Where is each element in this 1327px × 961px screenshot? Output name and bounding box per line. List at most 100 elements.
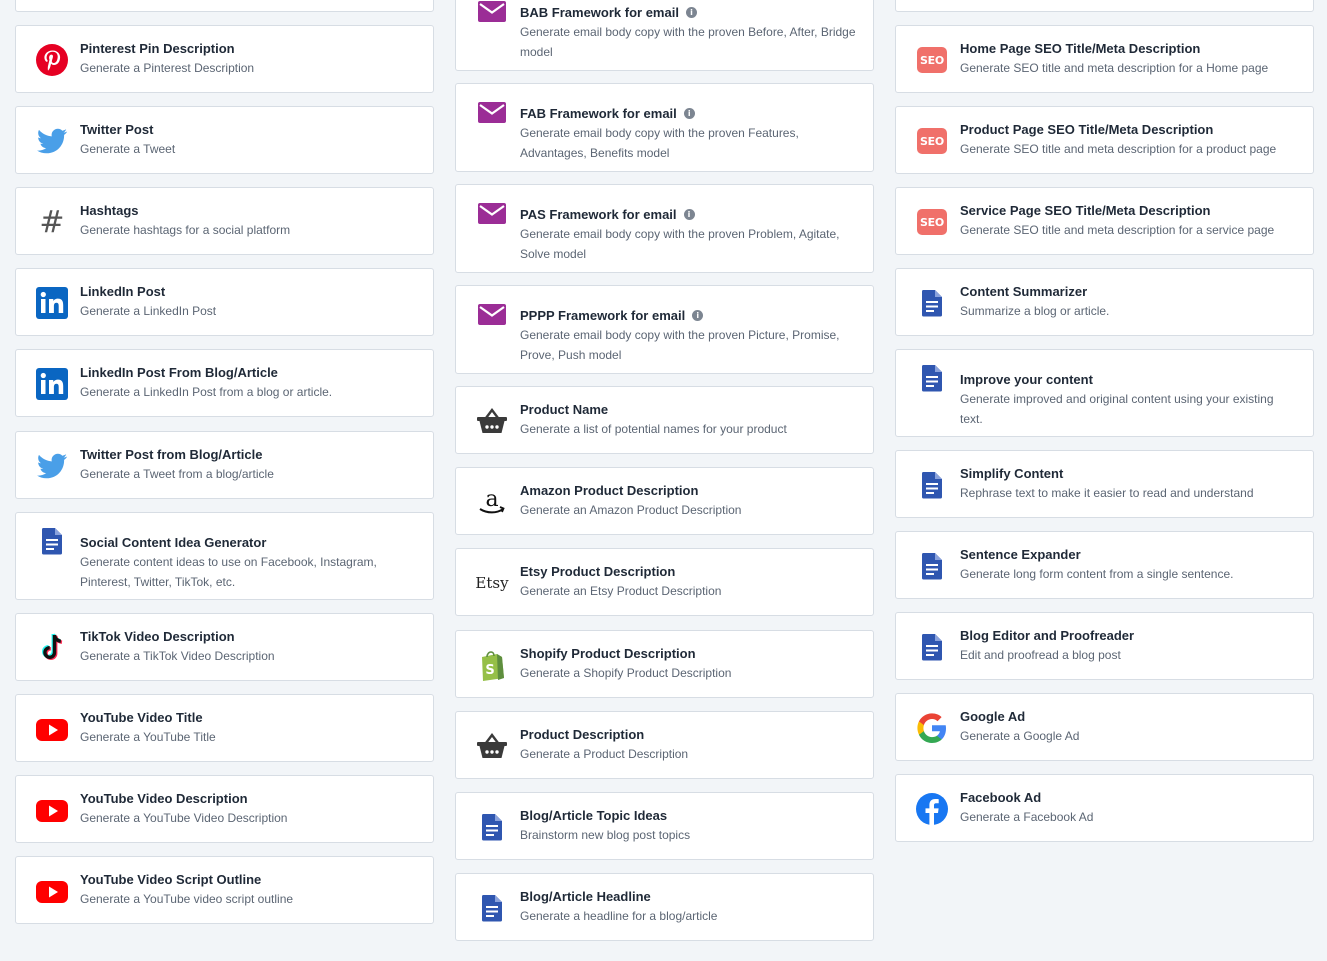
tool-card-text: Blog/Article Headline Generate a headline… (520, 887, 859, 926)
tool-card-title: Google Ad (960, 707, 1299, 726)
tool-card-text: Amazon Product Description Generate an Am… (520, 481, 859, 520)
tool-card-youtube-video-title[interactable]: YouTube Video Title Generate a YouTube Ti… (15, 694, 434, 762)
document-icon (474, 809, 510, 845)
tool-card-etsy-product-description[interactable]: Etsy Etsy Product Description Generate an … (455, 548, 874, 616)
tool-card-description: Generate a Google Ad (960, 729, 1080, 743)
tool-card-amazon-product-description[interactable]: a Amazon Product Description Generate an A… (455, 467, 874, 535)
tool-card-description: Generate a YouTube Title (80, 730, 216, 744)
tool-card-twitter-post-from-blog-article[interactable]: Twitter Post from Blog/Article Generate a… (15, 431, 434, 499)
tool-card-description: Brainstorm new blog post topics (520, 828, 691, 842)
document-icon (474, 890, 510, 926)
tool-card-text: BAB Framework for email i Generate email b… (520, 3, 859, 62)
tool-card-product-name[interactable]: Product Name Generate a list of potential… (455, 386, 874, 454)
tool-card-title: YouTube Video Title (80, 708, 419, 727)
twitter-icon (34, 448, 70, 484)
tool-card-linkedin-post[interactable]: LinkedIn Post Generate a LinkedIn Post (15, 268, 434, 336)
info-icon[interactable]: i (685, 7, 697, 18)
tool-card-content-summarizer[interactable]: Content Summarizer Summarize a blog or ar… (895, 268, 1314, 336)
email-icon (474, 94, 510, 130)
youtube-icon (34, 711, 70, 747)
tool-card-improve-your-content[interactable]: Improve your content Generate improved an… (895, 349, 1314, 437)
tool-card-title: Social Content Idea Generator (80, 533, 419, 552)
tool-card-title-text: Twitter Post (80, 122, 154, 137)
tool-card-description: Generate a YouTube Video Description (80, 811, 288, 825)
tool-card-youtube-video-description[interactable]: YouTube Video Description Generate a YouT… (15, 775, 434, 843)
tool-card-pppp-framework-for-email[interactable]: PPPP Framework for email i Generate email … (455, 285, 874, 374)
tool-card-title-text: Social Content Idea Generator (80, 535, 267, 550)
tool-card-sentence-expander[interactable]: Sentence Expander Generate long form cont… (895, 531, 1314, 599)
tool-card-product-description[interactable]: Product Description Generate a Product De… (455, 711, 874, 779)
tool-card-tiktok-video-description[interactable]: TikTok Video Description Generate a TikTo… (15, 613, 434, 681)
shopify-icon: S (474, 647, 510, 683)
twitter-icon (34, 123, 70, 159)
tool-card-description: Generate an Amazon Product Description (520, 503, 742, 517)
tool-card-title: PAS Framework for email i (520, 205, 859, 224)
tool-card-pinterest-pin-description[interactable]: Pinterest Pin Description Generate a Pint… (15, 25, 434, 93)
tool-card-title-text: Blog/Article Headline (520, 889, 651, 904)
tool-card-title-text: Product Description (520, 727, 645, 742)
tool-card-partial[interactable] (15, 0, 434, 12)
tool-card-title: Simplify Content (960, 464, 1299, 483)
tool-card-title-text: Facebook Ad (960, 790, 1042, 805)
info-icon[interactable]: i (683, 108, 695, 119)
tool-card-title: Product Page SEO Title/Meta Description (960, 120, 1299, 139)
document-icon (914, 467, 950, 503)
tool-card-title: TikTok Video Description (80, 627, 419, 646)
tool-card-social-content-idea-generator[interactable]: Social Content Idea Generator Generate co… (15, 512, 434, 600)
tool-card-description: Generate email body copy with the proven… (520, 328, 840, 362)
tool-card-description: Generate an Etsy Product Description (520, 584, 722, 598)
tool-card-google-ad[interactable]: Google Ad Generate a Google Ad (895, 693, 1314, 761)
tool-card-shopify-product-description[interactable]: S Shopify Product Description Generate a S… (455, 630, 874, 698)
tool-card-title: Twitter Post (80, 120, 419, 139)
info-icon[interactable]: i (692, 310, 704, 321)
tool-card-title: Blog Editor and Proofreader (960, 626, 1299, 645)
tool-card-pas-framework-for-email[interactable]: PAS Framework for email i Generate email b… (455, 184, 874, 273)
tool-card-fab-framework-for-email[interactable]: FAB Framework for email i Generate email b… (455, 83, 874, 172)
tool-card-youtube-video-script-outline[interactable]: YouTube Video Script Outline Generate a Y… (15, 856, 434, 924)
tool-card-text: Improve your content Generate improved an… (960, 370, 1299, 429)
tool-card-linkedin-post-from-blog-article[interactable]: LinkedIn Post From Blog/Article Generate … (15, 349, 434, 417)
tool-card-text: Google Ad Generate a Google Ad (960, 707, 1299, 746)
tool-card-partial[interactable] (895, 0, 1314, 12)
etsy-icon: Etsy (475, 574, 509, 592)
tool-card-title: BAB Framework for email i (520, 3, 859, 22)
document-icon (914, 548, 950, 584)
tool-card-title-text: Blog/Article Topic Ideas (520, 808, 668, 823)
tool-card-facebook-ad[interactable]: Facebook Ad Generate a Facebook Ad (895, 774, 1314, 842)
tool-card-description: Generate SEO title and meta description … (960, 142, 1277, 156)
tool-card-text: Hashtags Generate hashtags for a social p… (80, 201, 419, 240)
tool-card-title-text: Simplify Content (960, 466, 1064, 481)
tool-card-blog-article-topic-ideas[interactable]: Blog/Article Topic Ideas Brainstorm new b… (455, 792, 874, 860)
info-icon[interactable]: i (683, 209, 695, 220)
tool-card-title: PPPP Framework for email i (520, 306, 859, 325)
tool-card-title: LinkedIn Post From Blog/Article (80, 363, 419, 382)
tool-card-hashtags[interactable]: # Hashtags Generate hashtags for a social … (15, 187, 434, 255)
basket-icon (474, 403, 510, 439)
svg-text:a: a (485, 487, 498, 512)
tool-card-description: Generate a YouTube video script outline (80, 892, 294, 906)
tool-card-title: Home Page SEO Title/Meta Description (960, 39, 1299, 58)
tool-card-product-page-seo-title-meta-description[interactable]: SEO Product Page SEO Title/Meta Descripti… (895, 106, 1314, 174)
tool-card-description: Generate a Shopify Product Description (520, 666, 732, 680)
tool-card-title-text: Content Summarizer (960, 284, 1088, 299)
tool-card-home-page-seo-title-meta-description[interactable]: SEO Home Page SEO Title/Meta Description G… (895, 25, 1314, 93)
tool-card-blog-editor-and-proofreader[interactable]: Blog Editor and Proofreader Edit and proo… (895, 612, 1314, 680)
tool-card-title: Content Summarizer (960, 282, 1299, 301)
tool-card-bab-framework-for-email[interactable]: BAB Framework for email i Generate email b… (455, 0, 874, 71)
youtube-icon (34, 792, 70, 828)
tool-card-description: Generate SEO title and meta description … (960, 223, 1275, 237)
document-icon (914, 360, 950, 396)
pinterest-icon (34, 42, 70, 78)
tool-card-title: Facebook Ad (960, 788, 1299, 807)
google-icon (914, 710, 950, 746)
tool-card-description: Generate email body copy with the proven… (520, 227, 840, 261)
tool-card-title: Service Page SEO Title/Meta Description (960, 201, 1299, 220)
tool-card-service-page-seo-title-meta-description[interactable]: SEO Service Page SEO Title/Meta Descripti… (895, 187, 1314, 255)
tool-card-title-text: PPPP Framework for email (520, 308, 686, 323)
tool-card-simplify-content[interactable]: Simplify Content Rephrase text to make it… (895, 450, 1314, 518)
tool-card-text: Twitter Post from Blog/Article Generate a… (80, 445, 419, 484)
tool-card-blog-article-headline[interactable]: Blog/Article Headline Generate a headline… (455, 873, 874, 941)
tool-card-text: Facebook Ad Generate a Facebook Ad (960, 788, 1299, 827)
tool-card-title-text: YouTube Video Title (80, 710, 203, 725)
tool-card-twitter-post[interactable]: Twitter Post Generate a Tweet (15, 106, 434, 174)
